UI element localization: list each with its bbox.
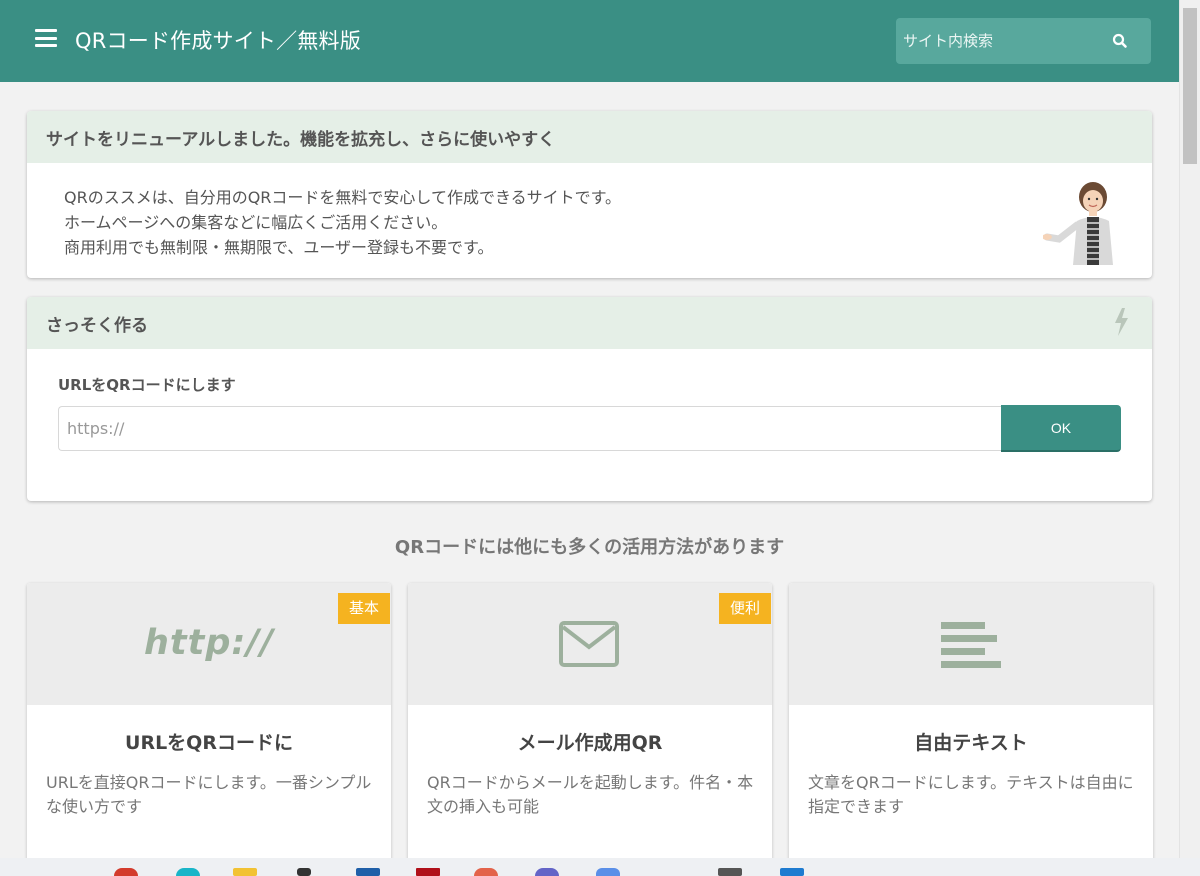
tile-description: QRコードからメールを起動します。件名・本文の挿入も可能 — [427, 773, 754, 816]
taskbar-app-icon[interactable] — [718, 868, 742, 876]
scrollbar-thumb[interactable] — [1183, 8, 1197, 164]
quick-create-card: さっそく作る URLをQRコードにします OK — [27, 297, 1152, 501]
url-input[interactable] — [58, 406, 1002, 451]
ok-button[interactable]: OK — [1001, 405, 1121, 452]
notice-body: QRのススメは、自分用のQRコードを無料で安心して作成できるサイトです。 ホーム… — [27, 163, 1152, 260]
text-lines-icon — [941, 622, 1001, 668]
tile-description: 文章をQRコードにします。テキストは自由に指定できます — [808, 773, 1134, 816]
url-input-label: URLをQRコードにします — [58, 376, 236, 394]
taskbar-app-icon[interactable] — [176, 868, 200, 876]
renewal-notice-card: サイトをリニューアルしました。機能を拡充し、さらに使いやすく QRのススメは、自… — [27, 111, 1152, 278]
search-input[interactable] — [896, 18, 1101, 64]
folder-icon[interactable] — [233, 868, 257, 876]
badge-convenient: 便利 — [719, 593, 771, 624]
search-box — [896, 18, 1151, 64]
badge-basic: 基本 — [338, 593, 390, 624]
taskbar-app-icon[interactable] — [596, 868, 620, 876]
lightning-bolt-icon — [1115, 308, 1128, 336]
tile-image — [789, 583, 1153, 705]
taskbar-app-icon[interactable] — [297, 868, 311, 876]
taskbar-app-icon[interactable] — [114, 868, 138, 876]
tile-image: 便利 — [408, 583, 772, 705]
guide-woman-illustration — [1043, 182, 1113, 265]
taskbar-app-icon[interactable] — [535, 868, 559, 876]
taskbar-app-icon[interactable] — [356, 868, 380, 876]
vertical-scrollbar[interactable] — [1179, 0, 1200, 858]
taskbar-app-icon[interactable] — [416, 868, 440, 876]
site-header: QRコード作成サイト／無料版 — [0, 0, 1179, 82]
notice-line: ホームページへの集客などに幅広くご活用ください。 — [64, 213, 448, 232]
tile-title: メール作成用QR — [517, 732, 663, 754]
notice-line: QRのススメは、自分用のQRコードを無料で安心して作成できるサイトです。 — [64, 188, 622, 207]
feature-tile-mail[interactable]: 便利 メール作成用QR QRコードからメールを起動します。件名・本文の挿入も可能 — [408, 583, 772, 873]
mail-icon — [559, 621, 619, 667]
notice-title: サイトをリニューアルしました。機能を拡充し、さらに使いやすく — [27, 111, 1152, 163]
feature-tile-url[interactable]: http:// 基本 URLをQRコードに URLを直接QRコードにします。一番… — [27, 583, 391, 873]
tile-description: URLを直接QRコードにします。一番シンプルな使い方です — [46, 773, 372, 816]
tile-title: URLをQRコードに — [125, 732, 293, 754]
hamburger-menu-icon[interactable] — [35, 29, 57, 47]
os-taskbar — [0, 858, 1200, 876]
search-icon[interactable] — [1111, 32, 1129, 50]
section-title: QRコードには他にも多くの活用方法があります — [394, 537, 785, 558]
http-text-icon: http:// — [144, 623, 274, 663]
taskbar-app-icon[interactable] — [474, 868, 498, 876]
feature-tile-text[interactable]: 自由テキスト 文章をQRコードにします。テキストは自由に指定できます — [789, 583, 1153, 873]
notice-line: 商用利用でも無制限・無期限で、ユーザー登録も不要です。 — [64, 238, 494, 257]
tile-image: http:// 基本 — [27, 583, 391, 705]
site-title[interactable]: QRコード作成サイト／無料版 — [75, 25, 361, 55]
tile-title: 自由テキスト — [914, 732, 1028, 754]
taskbar-app-icon[interactable] — [780, 868, 804, 876]
quick-create-header: さっそく作る — [27, 297, 1152, 349]
quick-create-title: さっそく作る — [46, 315, 148, 336]
